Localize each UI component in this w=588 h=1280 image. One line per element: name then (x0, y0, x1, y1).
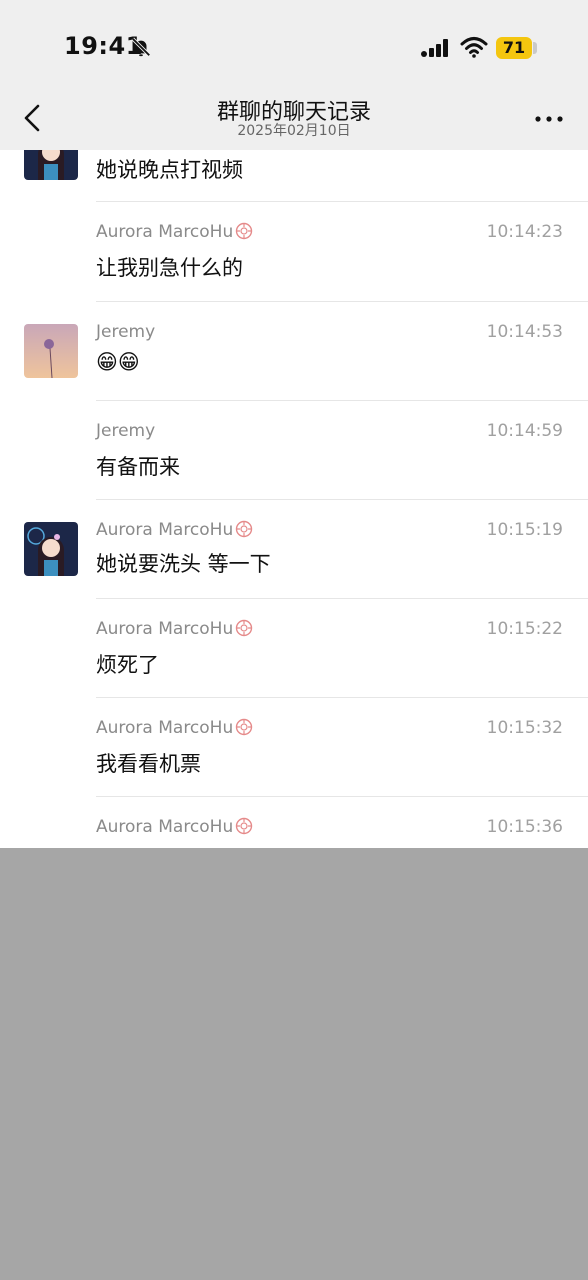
status-bar: 19:41 71 (0, 0, 588, 96)
battery-cap (533, 42, 537, 54)
battery-indicator: 71 (496, 37, 532, 59)
wifi-icon (460, 37, 488, 58)
flower-badge-icon (236, 520, 253, 538)
divider (96, 499, 588, 500)
nav-bar: 群聊的聊天记录 2025年02月10日 (0, 96, 588, 150)
anime-girl-avatar-icon (24, 150, 78, 180)
message-text-emoji: 😁😁 (96, 350, 140, 374)
divider (96, 301, 588, 302)
bell-muted-icon (131, 37, 151, 57)
message-time: 10:15:32 (486, 718, 563, 738)
flower-badge-icon (236, 222, 253, 240)
anime-girl-avatar-icon (24, 522, 78, 576)
message-text: 我看看机票 (96, 752, 201, 776)
sender-name: Aurora MarcoHu (96, 619, 253, 639)
page-subtitle-date: 2025年02月10日 (237, 123, 351, 139)
message-text: 她说要洗头 等一下 (96, 552, 271, 576)
sender-name: Aurora MarcoHu (96, 520, 253, 540)
divider (96, 400, 588, 401)
sender-name: Jeremy (96, 322, 156, 342)
message-time: 10:14:23 (486, 222, 563, 242)
more-options-icon[interactable] (534, 114, 564, 124)
message-time: 10:14:59 (486, 421, 563, 441)
message-text: 她说晚点打视频 (96, 158, 243, 182)
flower-badge-icon (236, 718, 253, 736)
flower-badge-icon (236, 817, 253, 835)
sender-name: Aurora MarcoHu (96, 817, 253, 837)
message-time: 10:15:36 (486, 817, 563, 837)
message-time: 10:15:22 (486, 619, 563, 639)
sender-name: Jeremy (96, 421, 156, 441)
message-time: 10:14:53 (486, 322, 563, 342)
sender-name: Aurora MarcoHu (96, 222, 253, 242)
cellular-signal-icon (421, 39, 448, 57)
avatar-jeremy[interactable] (24, 324, 78, 378)
flower-badge-icon (236, 619, 253, 637)
divider (96, 598, 588, 599)
divider (96, 697, 588, 698)
sender-name: Aurora MarcoHu (96, 718, 253, 738)
message-text: 烦死了 (96, 653, 159, 677)
message-list[interactable]: 她说晚点打视频 Aurora MarcoHu 10:14:23 让我别急什么的 … (0, 150, 588, 848)
avatar-aurora[interactable] (24, 150, 78, 180)
redacted-area (0, 848, 588, 1280)
avatar-aurora[interactable] (24, 522, 78, 576)
divider (96, 201, 588, 202)
message-text: 有备而来 (96, 455, 180, 479)
flower-avatar-icon (24, 324, 78, 378)
message-text: 让我别急什么的 (96, 256, 243, 280)
message-time: 10:15:19 (486, 520, 563, 540)
divider (96, 796, 588, 797)
